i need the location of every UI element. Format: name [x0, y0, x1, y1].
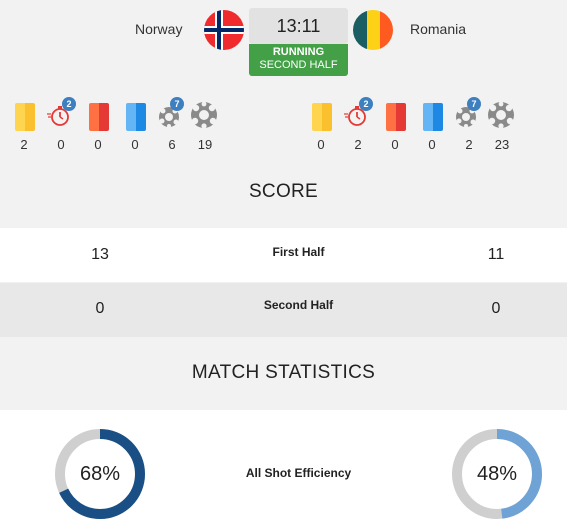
second-half-label: Second Half: [263, 298, 334, 312]
red-card-icon: [386, 103, 406, 131]
home-yellow-cards: 2: [9, 97, 39, 152]
period-text: SECOND HALF: [259, 59, 338, 71]
romania-flag-icon: [353, 10, 393, 50]
home-seven-meters: 7 6: [157, 97, 187, 152]
home-goal-count: 19: [197, 137, 213, 152]
away-suspension-count: 2: [354, 137, 362, 152]
home-goals: 19: [190, 97, 220, 152]
away-seven-meter-count: 2: [465, 137, 473, 152]
away-yellow-cards: 0: [306, 97, 336, 152]
away-yellow-count: 0: [317, 137, 325, 152]
away-blue-count: 0: [428, 137, 436, 152]
home-yellow-count: 2: [20, 137, 28, 152]
away-red-count: 0: [391, 137, 399, 152]
home-second-half-score: 0: [95, 300, 105, 317]
ball-icon: [191, 101, 217, 129]
home-blue-count: 0: [131, 137, 139, 152]
home-team-name: Norway: [135, 21, 183, 37]
blue-card-icon: [126, 103, 146, 131]
score-row-first-half: 13 First Half 11: [0, 228, 567, 282]
suspension-badge: 2: [62, 97, 76, 111]
seven-meter-badge: 7: [170, 97, 184, 111]
seven-meter-badge: 7: [467, 97, 481, 111]
away-suspensions: 2 2: [343, 97, 373, 152]
home-suspension-count: 0: [57, 137, 65, 152]
home-red-cards: 0: [83, 97, 113, 152]
first-half-label: First Half: [272, 245, 325, 259]
away-goal-count: 23: [494, 137, 510, 152]
away-first-half-score: 11: [487, 246, 505, 263]
home-shot-efficiency-donut: 68%: [54, 428, 146, 520]
home-red-count: 0: [94, 137, 102, 152]
yellow-card-icon: [312, 103, 332, 131]
blue-card-icon: [423, 103, 443, 131]
red-card-icon: [89, 103, 109, 131]
away-shot-efficiency-donut: 48%: [451, 428, 543, 520]
away-shot-efficiency-value: 48%: [476, 462, 518, 485]
home-suspensions: 2 0: [46, 97, 76, 152]
away-goals: 23: [487, 97, 517, 152]
home-seven-meter-count: 6: [168, 137, 176, 152]
away-blue-cards: 0: [417, 97, 447, 152]
statistics-section-title: MATCH STATISTICS: [191, 362, 376, 383]
home-blue-cards: 0: [120, 97, 150, 152]
stat-row-shot-efficiency: 68% All Shot Efficiency 48%: [0, 410, 567, 523]
away-team-name: Romania: [410, 21, 467, 37]
shot-efficiency-label: All Shot Efficiency: [245, 466, 352, 480]
away-seven-meters: 7 2: [454, 97, 484, 152]
suspension-badge: 2: [359, 97, 373, 111]
score-section-title: SCORE: [248, 181, 319, 202]
away-red-cards: 0: [380, 97, 410, 152]
match-clock: 13:11: [249, 8, 348, 44]
home-shot-efficiency-value: 68%: [79, 462, 121, 485]
home-first-half-score: 13: [91, 246, 109, 263]
score-row-second-half: 0 Second Half 0: [0, 283, 567, 337]
norway-flag-icon: [204, 10, 244, 50]
match-status-badge: RUNNING SECOND HALF: [249, 44, 348, 76]
match-center: Norway 13:11 RUNNING SECOND HALF Romania…: [0, 0, 567, 523]
status-text: RUNNING: [272, 46, 325, 58]
yellow-card-icon: [15, 103, 35, 131]
away-second-half-score: 0: [491, 300, 501, 317]
ball-icon: [488, 101, 514, 129]
